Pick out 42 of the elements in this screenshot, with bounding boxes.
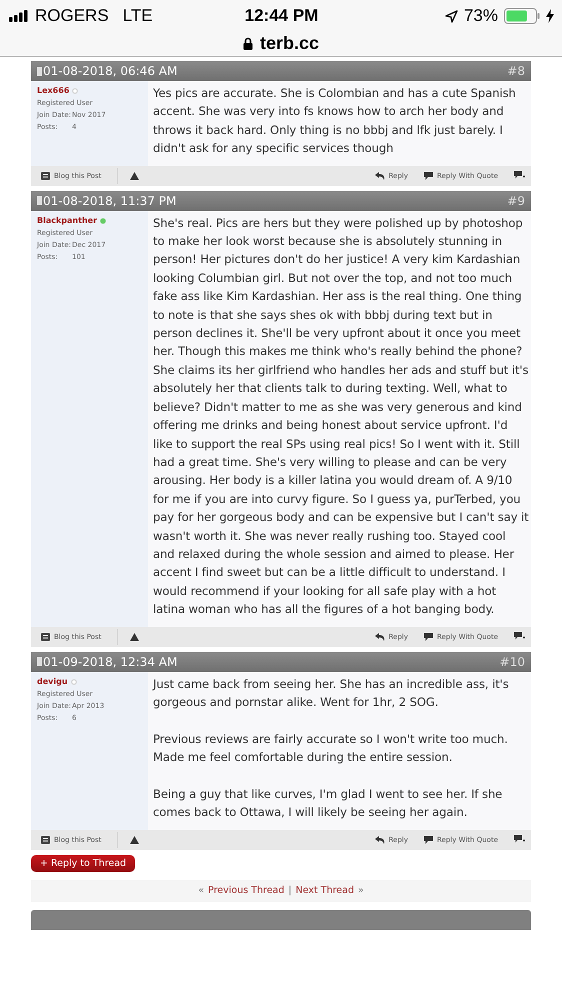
reply-icon: [374, 632, 385, 641]
post-message: She's real. Pics are hers but they were polished up by photoshop to make her look worst because she is absolutely stunning in person! Her pictures don't do her justice! A very kim Kardashian looking Columbian girl. But not over the top, and not too much fake ass like Kim Kardashian. Her ass is the real thing. One thing to note is that she says shes ok with bbbj during text but in person declines it. She'll be very upfront about it once you meet her. Though this makes me think who's really behind the phone? She claims its her girlfriend who handles her ads and stuff but it's absolutely her that clients talk to during texting. Well, what to believe? Didn't matter to me as she was very generous and kind offering me drinks and being honest about service upfront. I'd like to support the real SPs using real pics! So I went with it. Still had a great time. She's very willing to please and can be very arousing. Her body is a killer latina you would dream of. A 9/10 for me if you are into curvy figure. So I guess ya, purTerbed, you pay for her gorgeous body and can be expensive but I can't say it wasn't worth it. She was never really rushing too. Stayed cool and relaxed during the whole session and aimed to please. Her accent I find sweet but can be a little difficult to understand. I would recommend if your looking for all safe play with a hot latina woman who has all the figures of a hot banging body.: [152, 214, 530, 618]
reply-icon: [374, 836, 385, 844]
network-type: LTE: [122, 6, 153, 26]
username[interactable]: devigu: [37, 676, 68, 688]
battery-icon: [504, 8, 540, 24]
carrier-name: ROGERS: [35, 6, 109, 26]
post-message: Just came back from seeing her. She has an incredible ass, it's gorgeous and pornstar alike. Went for 1hr, 2 SOG. Previous reviews are fairly accurate so I won't write too much. Made me feel comfortable during the entire session. Being a guy that like curves, I'm glad I went to see her. If she comes back to Ottawa, I will likely be seeing her again.: [151, 676, 510, 822]
warning-icon: [130, 836, 140, 844]
speech-bubble-icon: [424, 172, 433, 180]
speech-bubble-plus-icon: [514, 171, 525, 180]
username[interactable]: Lex666: [37, 85, 70, 97]
signal-icon: [9, 10, 29, 22]
post-icon: [37, 66, 42, 76]
previous-thread-link[interactable]: Previous Thread: [208, 885, 284, 896]
next-thread-link[interactable]: Next Thread: [296, 885, 354, 896]
previous-mark: «: [198, 885, 204, 896]
battery-percent: 73%: [464, 6, 498, 26]
blog-icon: [41, 172, 50, 180]
reply-to-thread-button[interactable]: + Reply to Thread: [31, 854, 136, 872]
username[interactable]: Blackpanther: [37, 214, 98, 227]
post-icon: [37, 657, 42, 666]
link-separator: |: [288, 885, 292, 896]
warning-icon: [130, 172, 140, 180]
speech-bubble-icon: [424, 632, 433, 641]
speech-bubble-icon: [424, 836, 433, 844]
reply-icon: [374, 172, 385, 180]
warning-icon: [130, 632, 140, 641]
post-date: 01-08-2018, 06:46 AM: [43, 64, 178, 78]
post-message: Yes pics are accurate. She is Colombian and has a cute Spanish accent. She was very into fs knows how to arch her body and throws it back hard. Only thing is no bbbj and lfk just barely. I didn't ask for any specific services though: [152, 85, 517, 158]
post-date: 01-09-2018, 12:34 AM: [43, 654, 178, 669]
post-date: 01-08-2018, 11:37 PM: [43, 194, 178, 208]
blog-icon: [41, 632, 50, 641]
status-time: 12:44 PM: [244, 6, 318, 26]
speech-bubble-plus-icon: [514, 835, 525, 844]
next-mark: »: [358, 885, 364, 896]
location-icon: [444, 10, 458, 22]
speech-bubble-plus-icon: [514, 632, 525, 642]
post-icon: [37, 196, 42, 206]
blog-icon: [41, 836, 50, 844]
lock-icon: [242, 37, 253, 50]
site-url[interactable]: terb.cc: [260, 33, 320, 54]
